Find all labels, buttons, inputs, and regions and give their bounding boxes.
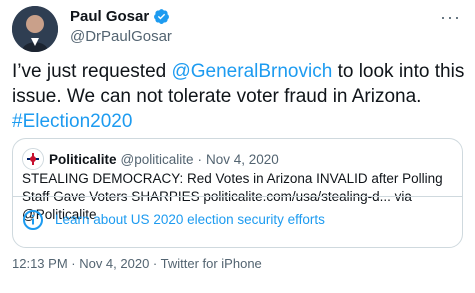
quoted-tweet-date[interactable]: Nov 4, 2020 bbox=[206, 152, 279, 167]
quoted-author-avatar[interactable] bbox=[22, 148, 44, 170]
quoted-tweet-header: Politicalite @politicalite · Nov 4, 2020 bbox=[22, 148, 279, 170]
author-name[interactable]: Paul Gosar bbox=[70, 8, 170, 25]
info-icon bbox=[22, 209, 44, 231]
separator: · bbox=[197, 151, 203, 167]
tweet-text: I’ve just requested @GeneralBrnovich to … bbox=[12, 59, 467, 134]
author-name-label[interactable]: Paul Gosar bbox=[70, 8, 149, 25]
more-options-icon[interactable]: ··· bbox=[440, 8, 461, 26]
author-avatar[interactable] bbox=[12, 6, 58, 52]
quoted-author-handle[interactable]: @politicalite bbox=[121, 152, 194, 167]
mention-link[interactable]: @GeneralBrnovich bbox=[171, 61, 332, 82]
author-handle[interactable]: @DrPaulGosar bbox=[70, 28, 172, 45]
quoted-author-name[interactable]: Politicalite bbox=[49, 152, 117, 167]
election-info-link[interactable]: Learn about US 2020 election security ef… bbox=[55, 212, 325, 227]
notice-divider bbox=[12, 196, 463, 197]
tweet-text-part: I’ve just requested bbox=[12, 61, 172, 82]
election-notice[interactable]: Learn about US 2020 election security ef… bbox=[12, 196, 463, 246]
verified-badge-icon bbox=[153, 8, 170, 25]
tweet-meta: 12:13 PM · Nov 4, 2020 · Twitter for iPh… bbox=[12, 256, 262, 271]
hashtag-link[interactable]: #Election2020 bbox=[12, 111, 132, 132]
